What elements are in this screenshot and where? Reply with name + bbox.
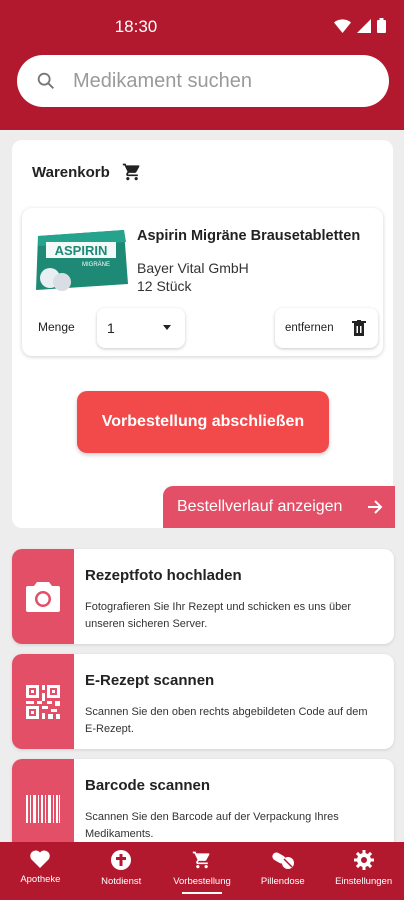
card-icon-panel	[12, 549, 74, 644]
cart-product-card: ASPIRIN MIGRÄNE Aspirin Migräne Brauseta…	[22, 208, 383, 356]
card-title: E-Rezept scannen	[85, 672, 215, 689]
search-bar[interactable]	[17, 55, 389, 107]
heart-icon	[30, 850, 51, 868]
card-description: Scannen Sie den oben rechts abgebildeten…	[85, 706, 368, 735]
upload-prescription-card[interactable]: Rezeptfoto hochladen Fotografieren Sie I…	[12, 549, 394, 644]
product-image-subtitle: MIGRÄNE	[82, 261, 110, 268]
signal-icon	[357, 18, 371, 33]
card-description: Fotografieren Sie Ihr Rezept und schicke…	[85, 601, 351, 630]
nav-label: Vorbestellung	[173, 876, 231, 887]
nav-label: Pillendose	[260, 876, 305, 887]
emergency-icon	[111, 850, 132, 870]
battery-icon	[377, 18, 386, 33]
card-title: Rezeptfoto hochladen	[85, 567, 242, 584]
product-manufacturer: Bayer Vital GmbH	[137, 260, 249, 276]
wifi-icon	[334, 18, 351, 33]
app-header: 18:30	[0, 0, 404, 130]
arrow-right-icon	[368, 500, 383, 514]
nav-item-pillendose[interactable]: Pillendose	[242, 842, 323, 900]
search-input[interactable]	[73, 69, 353, 93]
order-history-button[interactable]: Bestellverlauf anzeigen	[163, 486, 395, 528]
remove-button[interactable]: entfernen	[275, 308, 378, 348]
nav-label: Apotheke	[20, 874, 61, 885]
camera-icon	[26, 581, 60, 612]
trash-icon	[352, 320, 366, 336]
card-description: Scannen Sie den Barcode auf der Verpacku…	[85, 811, 339, 840]
cart-icon	[192, 851, 210, 869]
card-icon-panel	[12, 654, 74, 749]
nav-item-apotheke[interactable]: Apotheke	[0, 842, 81, 900]
checkout-button[interactable]: Vorbestellung abschließen	[77, 391, 329, 453]
card-title: Barcode scannen	[85, 777, 211, 794]
quantity-label: Menge	[38, 320, 75, 334]
status-time: 18:30	[114, 17, 158, 36]
gear-icon	[353, 850, 374, 870]
nav-item-vorbestellung[interactable]: Vorbestellung	[162, 842, 243, 900]
nav-item-einstellungen[interactable]: Einstellungen	[323, 842, 404, 900]
product-package-size: 12 Stück	[137, 278, 192, 294]
cart-card: Warenkorb ASPIRIN MIGRÄNE Aspirin Migrän…	[12, 140, 395, 528]
status-bar: 18:30	[0, 0, 404, 54]
quantity-select[interactable]: 1	[97, 308, 185, 348]
quantity-value: 1	[107, 320, 115, 336]
product-image-brand: ASPIRIN	[55, 243, 108, 258]
search-icon	[37, 72, 54, 89]
bottom-navigation: Apotheke Notdienst Vorbestellung Pillend…	[0, 842, 404, 900]
order-history-label: Bestellverlauf anzeigen	[177, 498, 343, 515]
chevron-down-icon	[163, 325, 171, 330]
product-image: ASPIRIN MIGRÄNE	[36, 230, 128, 291]
pills-icon	[272, 852, 294, 869]
remove-label: entfernen	[285, 322, 334, 334]
nav-label: Einstellungen	[335, 876, 393, 887]
scan-erezept-card[interactable]: E-Rezept scannen Scannen Sie den oben re…	[12, 654, 394, 749]
barcode-icon	[26, 795, 60, 823]
qr-code-icon	[26, 684, 60, 719]
cart-icon	[122, 163, 140, 181]
status-icons	[334, 18, 386, 33]
cart-heading: Warenkorb	[32, 162, 142, 182]
product-name: Aspirin Migräne Brausetabletten	[137, 228, 361, 244]
nav-label: Notdienst	[101, 876, 142, 887]
cart-title: Warenkorb	[32, 163, 110, 181]
nav-item-notdienst[interactable]: Notdienst	[81, 842, 162, 900]
